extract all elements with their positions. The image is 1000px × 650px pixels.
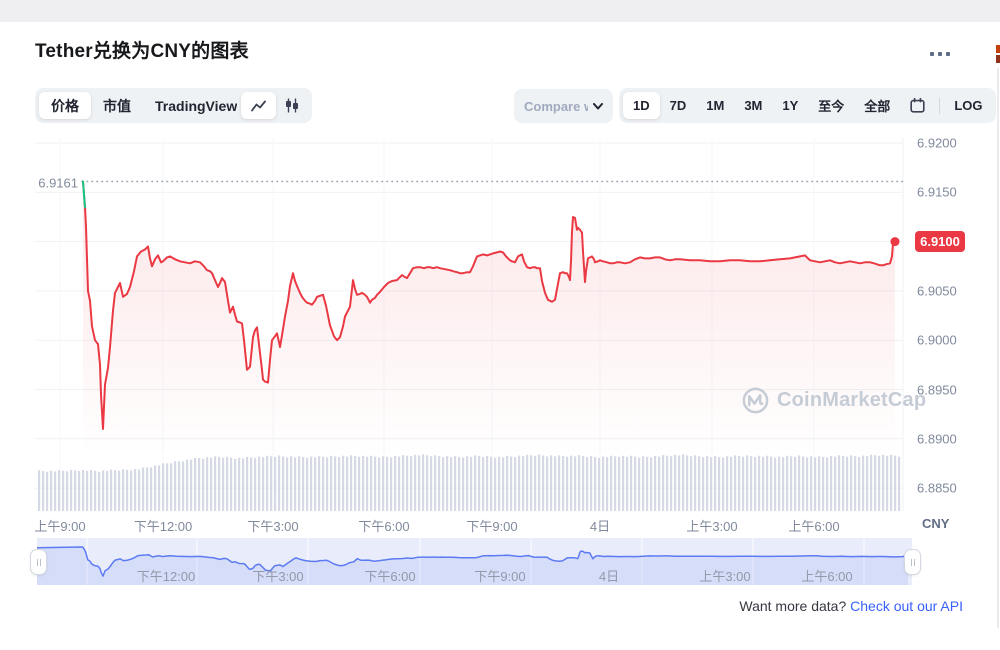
log-scale-button[interactable]: LOG bbox=[944, 92, 992, 119]
separator bbox=[939, 98, 940, 114]
api-link[interactable]: Check out our API bbox=[850, 598, 963, 614]
chevron-down-icon bbox=[593, 103, 603, 110]
navigator-axis-label: 下午9:00 bbox=[474, 566, 525, 585]
time-range-selector: 1D7D1M3M1Y至今全部 LOG bbox=[619, 88, 996, 123]
more-options-icon[interactable] bbox=[930, 44, 958, 64]
candlestick-chart-type-button[interactable] bbox=[276, 92, 308, 119]
x-axis-label: 上午9:00 bbox=[34, 516, 85, 535]
x-axis-label: 上午6:00 bbox=[788, 516, 839, 535]
watermark-text: CoinMarketCap bbox=[777, 389, 926, 412]
chart-type-toggle bbox=[237, 88, 312, 123]
navigator-axis-label: 4日 bbox=[599, 566, 619, 585]
navigator-axis-label: 下午6:00 bbox=[364, 566, 415, 585]
calendar-icon bbox=[910, 98, 925, 113]
candlestick-icon bbox=[285, 98, 299, 113]
navigator-axis-label: 下午3:00 bbox=[252, 566, 303, 585]
y-axis-label: 6.9200 bbox=[917, 136, 963, 151]
x-axis-label: 下午9:00 bbox=[466, 516, 517, 535]
range-all-button[interactable]: 全部 bbox=[854, 92, 900, 119]
range-ytd-button[interactable]: 至今 bbox=[808, 92, 854, 119]
compare-button[interactable]: Compare with bbox=[514, 89, 613, 123]
range-7d-button[interactable]: 7D bbox=[660, 92, 697, 119]
navigator-axis-label: 上午6:00 bbox=[801, 566, 852, 585]
navigator-axis-label: 下午12:00 bbox=[137, 566, 196, 585]
x-axis-label: 下午3:00 bbox=[247, 516, 298, 535]
chart-page: Tether兑换为CNY的图表 价格市值TradingView Compare … bbox=[0, 0, 1000, 650]
tab-tradingview[interactable]: TradingView bbox=[143, 92, 249, 119]
range-1y-button[interactable]: 1Y bbox=[772, 92, 808, 119]
navigator-right-handle[interactable] bbox=[904, 549, 921, 575]
line-chart-type-button[interactable] bbox=[241, 92, 276, 119]
compare-button-label: Compare with bbox=[524, 99, 588, 114]
x-axis-label: 下午6:00 bbox=[358, 516, 409, 535]
coinmarketcap-watermark: CoinMarketCap bbox=[742, 387, 926, 414]
page-title: Tether兑换为CNY的图表 bbox=[35, 36, 249, 63]
api-promo: Want more data? Check out our API bbox=[0, 598, 963, 614]
range-1m-button[interactable]: 1M bbox=[696, 92, 734, 119]
x-axis-label: 下午12:00 bbox=[134, 516, 193, 535]
y-axis-label: 6.9050 bbox=[917, 283, 963, 298]
navigator-left-handle[interactable] bbox=[30, 549, 47, 575]
currency-axis-label: CNY bbox=[922, 516, 949, 531]
range-3m-button[interactable]: 3M bbox=[734, 92, 772, 119]
open-price-label: 6.9161 bbox=[38, 176, 78, 191]
navigator-axis-label: 上午3:00 bbox=[699, 566, 750, 585]
x-axis-label: 4日 bbox=[590, 516, 610, 535]
y-axis-label: 6.9000 bbox=[917, 333, 963, 348]
y-axis-label: 6.8850 bbox=[917, 481, 963, 496]
coinmarketcap-logo-icon bbox=[742, 387, 769, 414]
api-promo-text: Want more data? bbox=[739, 598, 850, 614]
y-axis-label: 6.8900 bbox=[917, 431, 963, 446]
current-price-badge: 6.9100 bbox=[915, 231, 965, 252]
tab-price[interactable]: 价格 bbox=[39, 92, 91, 119]
x-axis-label: 上午3:00 bbox=[686, 516, 737, 535]
tab-marketcap[interactable]: 市值 bbox=[91, 92, 143, 119]
line-chart-icon bbox=[250, 99, 267, 113]
chart-tabs: 价格市值TradingView bbox=[35, 88, 253, 123]
y-axis-label: 6.9150 bbox=[917, 185, 963, 200]
range-1d-button[interactable]: 1D bbox=[623, 92, 660, 119]
calendar-button[interactable] bbox=[900, 92, 935, 119]
